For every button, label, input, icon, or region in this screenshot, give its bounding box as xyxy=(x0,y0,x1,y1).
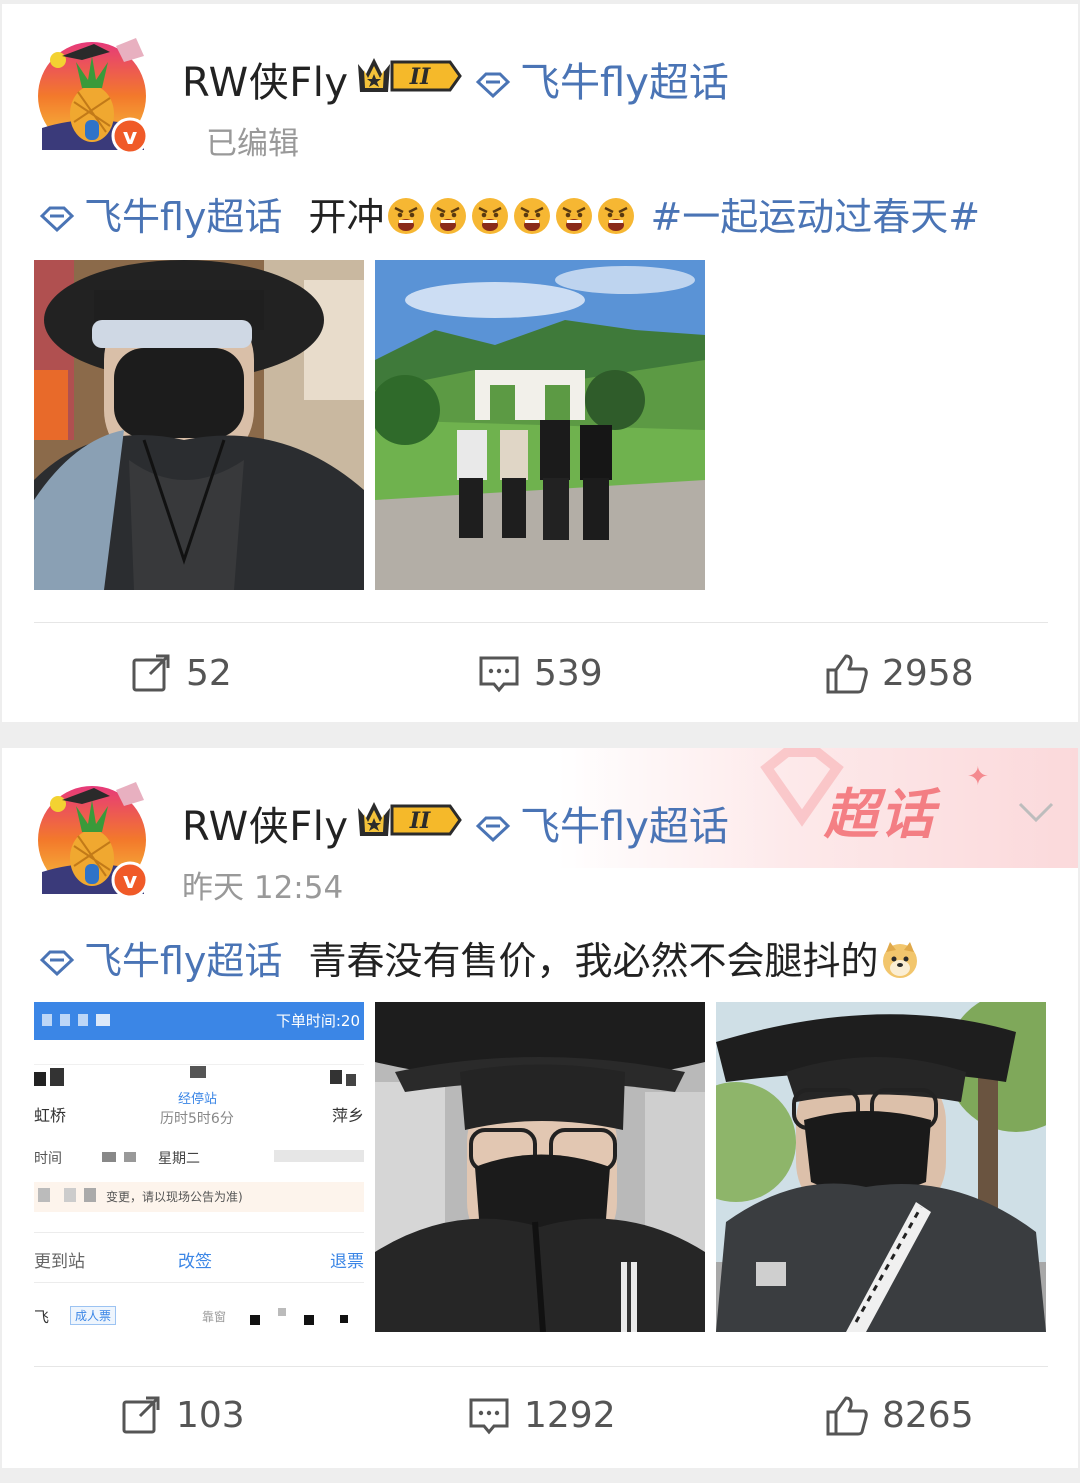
svg-text:v: v xyxy=(123,869,138,894)
trip-duration: 历时5时6分 xyxy=(160,1111,234,1127)
banner-label: 超话 xyxy=(824,783,936,846)
chevron-down-icon[interactable] xyxy=(1014,796,1058,826)
thumbs-up-icon xyxy=(826,1396,868,1436)
emoji-row xyxy=(384,191,636,236)
rebook-button[interactable]: 改签 xyxy=(178,1247,212,1272)
topic-label: 飞牛fly超话 xyxy=(520,60,729,106)
comment-count: 1292 xyxy=(524,1394,616,1436)
emoji-row xyxy=(878,935,920,980)
divider xyxy=(34,622,1048,623)
badge-level: II xyxy=(409,808,431,834)
like-button[interactable]: 8265 xyxy=(824,1392,974,1438)
topic-link[interactable]: 飞牛fly超话 xyxy=(472,50,729,108)
comment-button[interactable]: 539 xyxy=(476,650,603,696)
time-label: 时间 xyxy=(34,1151,62,1167)
angry-face-emoji-icon xyxy=(472,197,509,234)
comment-count: 539 xyxy=(534,652,603,694)
author-name[interactable]: RW侠Fly xyxy=(182,50,349,108)
like-count: 2958 xyxy=(882,652,974,694)
svg-text:v: v xyxy=(123,125,138,150)
member-badge-icon[interactable]: II xyxy=(354,52,462,98)
content-text: 青春没有售价，我必然不会腿抖的 xyxy=(308,939,879,983)
doge-face-emoji-icon xyxy=(883,941,918,978)
angry-face-emoji-icon xyxy=(556,197,593,234)
angry-face-emoji-icon xyxy=(388,197,425,234)
post-meta: 已编辑 xyxy=(206,126,299,162)
comment-icon xyxy=(469,1398,509,1435)
notice-text: 变更，请以现场公告为准) xyxy=(106,1190,243,1204)
content-topic-label: 飞牛fly超话 xyxy=(84,195,283,239)
like-button[interactable]: 2958 xyxy=(824,650,974,696)
seat-position: 靠窗 xyxy=(202,1310,227,1324)
supertopic-gem-icon xyxy=(472,64,514,99)
photo-selfie-sunglasses[interactable] xyxy=(34,260,364,590)
via-stations-link[interactable]: 经停站 xyxy=(178,1088,217,1107)
weibo-feed: v RW侠Fly II 飞牛fly超话 已编辑 飞牛fly超话 开冲 #一起运动… xyxy=(0,0,1080,1483)
content-text: 开冲 xyxy=(308,195,385,239)
angry-face-emoji-icon xyxy=(514,197,551,234)
avatar[interactable]: v xyxy=(32,32,154,155)
comment-icon xyxy=(479,656,519,693)
topic-label: 飞牛fly超话 xyxy=(520,804,729,850)
photo-outdoor-selfie[interactable] xyxy=(716,1002,1046,1332)
arrival-station: 萍乡 xyxy=(331,1106,364,1125)
order-time: 下单时间:20 xyxy=(275,1012,360,1030)
ticket-type-badge: 成人票 xyxy=(70,1306,117,1325)
departure-weekday: 星期二 xyxy=(158,1151,200,1167)
post-card[interactable]: v RW侠Fly II 飞牛fly超话 已编辑 飞牛fly超话 开冲 #一起运动… xyxy=(2,4,1078,722)
change-station-button[interactable]: 更到站 xyxy=(34,1247,85,1272)
comment-button[interactable]: 1292 xyxy=(466,1392,616,1438)
sparkle-icon: ✦ xyxy=(967,762,989,792)
supertopic-gem-icon xyxy=(36,199,78,232)
supertopic-gem-icon xyxy=(36,943,78,976)
supertopic-gem-icon xyxy=(472,808,514,843)
repost-button[interactable]: 103 xyxy=(118,1392,245,1438)
author-name[interactable]: RW侠Fly xyxy=(182,794,349,852)
topic-link[interactable]: 飞牛fly超话 xyxy=(472,794,729,852)
repost-icon xyxy=(122,1396,160,1434)
departure-station: 虹桥 xyxy=(34,1106,67,1125)
repost-button[interactable]: 52 xyxy=(128,650,232,696)
hashtag-link[interactable]: #一起运动过春天# xyxy=(650,186,980,241)
member-badge-icon[interactable]: II xyxy=(354,796,462,842)
post-text: 飞牛fly超话 开冲 #一起运动过春天# xyxy=(36,186,980,241)
badge-level: II xyxy=(409,64,431,90)
like-count: 8265 xyxy=(882,1394,974,1436)
content-topic-link[interactable]: 飞牛fly超话 xyxy=(36,930,282,985)
repost-count: 103 xyxy=(176,1394,245,1436)
angry-face-emoji-icon xyxy=(598,197,635,234)
post-card[interactable]: 超话 ✦ v RW侠Fly II 飞牛fly超话 昨天 12:54 飞牛fly超… xyxy=(2,748,1078,1468)
post-time: 昨天 12:54 xyxy=(182,870,344,906)
divider xyxy=(34,1366,1048,1367)
photo-train-ticket[interactable]: 下单时间:20 虹桥 经停站 历时5时6分 萍乡 时间 星期二 变更，请以现场公… xyxy=(34,1002,364,1332)
photo-group-mountain[interactable] xyxy=(375,260,705,590)
thumbs-up-icon xyxy=(826,654,868,694)
photo-car-selfie[interactable] xyxy=(375,1002,705,1332)
avatar[interactable]: v xyxy=(32,776,154,899)
angry-face-emoji-icon xyxy=(430,197,467,234)
repost-count: 52 xyxy=(186,652,232,694)
repost-icon xyxy=(132,654,170,692)
content-topic-link[interactable]: 飞牛fly超话 xyxy=(36,186,282,241)
post-text: 飞牛fly超话 青春没有售价，我必然不会腿抖的 xyxy=(36,930,920,985)
content-topic-label: 飞牛fly超话 xyxy=(84,939,283,983)
passenger-name: 飞 xyxy=(34,1308,50,1326)
refund-button[interactable]: 退票 xyxy=(330,1247,364,1272)
